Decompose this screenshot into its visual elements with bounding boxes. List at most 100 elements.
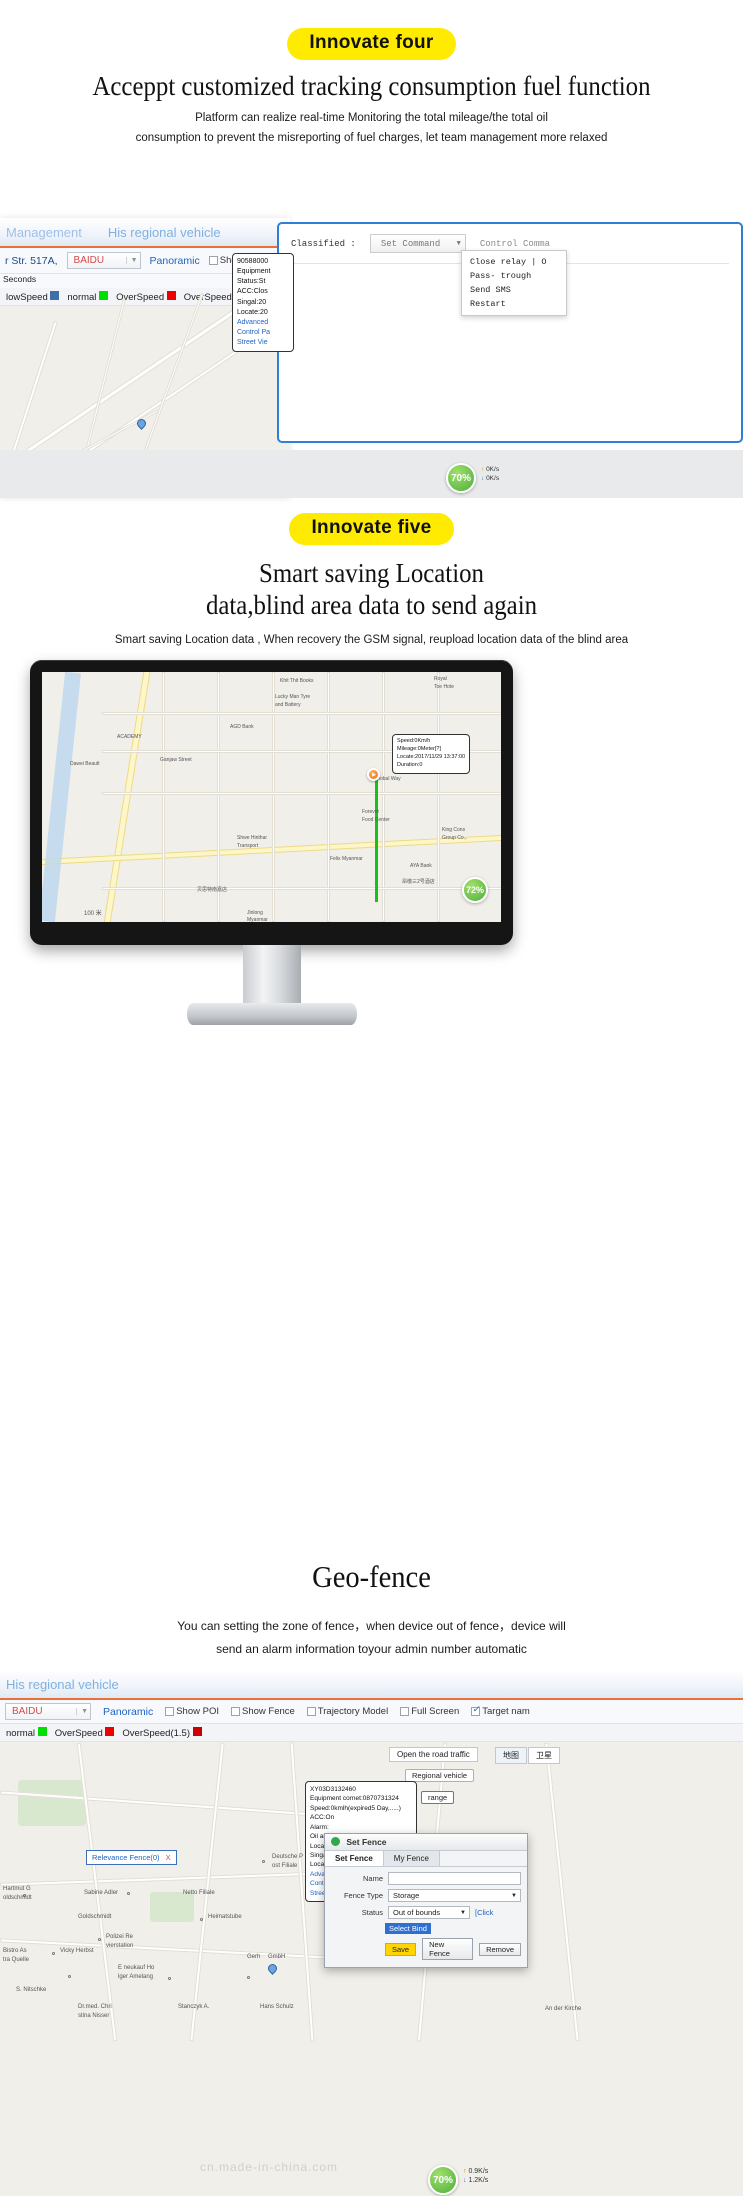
zoom-badge-3[interactable]: 70% <box>428 2165 458 2195</box>
remove-button[interactable]: Remove <box>479 1942 521 1956</box>
legend-label: normal <box>67 291 97 303</box>
map-source-value: BAIDU <box>12 1706 43 1717</box>
close-icon[interactable]: X <box>166 1853 171 1862</box>
range-pill[interactable]: range <box>421 1791 455 1804</box>
map-poi: Transport <box>237 843 259 849</box>
new-fence-button[interactable]: New Fence <box>422 1938 474 1960</box>
set-command-select[interactable]: Set Command ▼ <box>369 234 466 253</box>
chevron-down-icon: ▼ <box>456 239 461 248</box>
map-poi-dot <box>68 1975 71 1978</box>
target-name-label: Target nam <box>482 1706 530 1717</box>
open-road-traffic-button[interactable]: Open the road traffic <box>389 1747 478 1762</box>
select-bind-text[interactable]: Select Bind <box>385 1923 431 1934</box>
tab-his-regional-vehicle-3[interactable]: His regional vehicle <box>6 1677 119 1692</box>
map-poi: lger Amelang <box>118 1974 154 1980</box>
map-poi: Deutsche P <box>272 1854 304 1860</box>
download-speed: 1.2K/s <box>468 2177 489 2185</box>
tab-my-fence[interactable]: My Fence <box>383 1851 440 1866</box>
subtitle-geofence-line1: You can setting the zone of fence，when d… <box>177 1618 566 1633</box>
map-view-button[interactable]: 地图 <box>495 1747 527 1764</box>
vehicle-marker[interactable] <box>367 768 380 781</box>
map-poi: Khit Thit Books <box>280 678 314 684</box>
map-poi: Food Center <box>362 817 390 823</box>
vehicle-info-callout-2: Speed:0Km/h Mileage:0Meter[?] Locate:201… <box>392 734 471 774</box>
map-poi-dot <box>98 1938 101 1941</box>
zoom-badge-2[interactable]: 72% <box>462 877 488 903</box>
regional-vehicle-pill[interactable]: Regional vehicle <box>405 1769 475 1782</box>
callout-link-advanced[interactable]: Advanced <box>237 318 289 328</box>
headline-four: Acceppt customized tracking consumption … <box>92 71 651 101</box>
map-poi-dot <box>127 1892 130 1895</box>
menu-item-restart[interactable]: Restart <box>462 297 566 311</box>
speed-legend-3: normal OverSpeed OverSpeed(1.5) <box>0 1724 743 1742</box>
callout-line: Locate:2017/11/29 13:37:00 <box>397 753 466 760</box>
status-select[interactable]: Out of bounds ▼ <box>388 1906 470 1919</box>
dialog-title-text: Set Fence <box>346 1837 387 1847</box>
network-speed-3: ↑ 0.9K/s ↓ 1.2K/s <box>463 2168 489 2185</box>
map-poi: AYA Bank <box>410 863 432 869</box>
field-label-name: Name <box>362 1874 383 1883</box>
callout-line: ACC:On <box>310 1814 335 1822</box>
callout-link-street-view[interactable]: Street Vie <box>237 338 289 348</box>
map-location-pin-3[interactable] <box>266 1962 279 1975</box>
map-poi: stina Nisser <box>78 2013 110 2019</box>
map-poi: Myanmar <box>247 917 268 922</box>
callout-line: Locate:20 <box>237 308 268 316</box>
trajectory-model-label: Trajectory Model <box>317 1706 389 1717</box>
show-poi-label: Show POI <box>176 1706 219 1717</box>
upload-speed: 0K/s <box>486 466 500 473</box>
tab-his-regional-vehicle[interactable]: His regional vehicle <box>108 225 221 240</box>
callout-line: Equipment cornet:0870731324 <box>310 1795 399 1803</box>
download-speed: 0K/s <box>486 474 500 482</box>
control-command-dropdown[interactable]: Close relay | O Pass- trough Send SMS Re… <box>461 250 567 316</box>
select-bind-row: Select Bind <box>331 1923 521 1934</box>
section-innovate-five: Innovate five Smart saving Location data… <box>0 505 743 1505</box>
menu-item-close-relay[interactable]: Close relay | O <box>462 255 566 269</box>
zoom-badge-1[interactable]: 70% <box>446 463 476 493</box>
callout-line: Alarm: <box>310 1823 329 1831</box>
map-source-select[interactable]: BAIDU ▼ <box>66 252 141 269</box>
trajectory-model-checkbox[interactable]: Trajectory Model <box>306 1706 389 1717</box>
map-source-select-3[interactable]: BAIDU ▼ <box>5 1703 91 1720</box>
callout-line: Speed:0Km/h <box>397 738 431 744</box>
legend-label: lowSpeed <box>6 291 48 303</box>
tab-management[interactable]: Management <box>6 225 82 240</box>
map-road <box>102 712 501 715</box>
tab-set-fence[interactable]: Set Fence <box>325 1851 384 1866</box>
callout-line: Mileage:0Meter[?] <box>397 745 442 752</box>
map-poi: S. Nitschke <box>16 1987 47 1993</box>
relevance-fence-button[interactable]: Relevance Fence(0) X <box>86 1850 177 1865</box>
map-road-major <box>99 672 152 922</box>
fence-name-input[interactable] <box>388 1872 521 1885</box>
target-name-checkbox[interactable]: Target nam <box>471 1704 530 1717</box>
map-poi: Lucky Man Tyre <box>275 694 311 700</box>
map-park <box>18 1780 86 1826</box>
map-poi: vierstation <box>106 1943 134 1949</box>
callout-link-control-panel[interactable]: Control Pa <box>237 328 289 338</box>
map-road <box>0 1871 330 1887</box>
legend-item: lowSpeed <box>6 290 60 303</box>
map-road <box>437 672 440 922</box>
full-screen-checkbox[interactable]: Full Screen <box>400 1706 459 1717</box>
fence-type-select[interactable]: Storage ▼ <box>388 1889 521 1902</box>
map-poi: Gerh <box>247 1954 261 1960</box>
map-poi: Polizei Re <box>106 1934 134 1940</box>
menu-item-send-sms[interactable]: Send SMS <box>462 283 566 297</box>
section-geofence: Geo-fence You can setting the zone of fe… <box>0 1505 743 2196</box>
map-poi: GmbH <box>268 1954 286 1960</box>
panoramic-link-3[interactable]: Panoramic <box>103 1706 153 1718</box>
map-road <box>102 887 501 890</box>
menu-item-pass-trough[interactable]: Pass- trough <box>462 269 566 283</box>
satellite-view-button[interactable]: 卫星 <box>528 1747 560 1764</box>
map-poi: Dawei Beault <box>70 761 100 767</box>
show-poi-checkbox-3[interactable]: Show POI <box>165 1706 219 1717</box>
save-button[interactable]: Save <box>385 1942 417 1956</box>
show-fence-checkbox-3[interactable]: Show Fence <box>230 1706 295 1717</box>
checkbox-checked-icon <box>471 1704 481 1716</box>
panoramic-link[interactable]: Panoramic <box>150 255 200 267</box>
seconds-label: Seconds <box>3 274 37 284</box>
badge-innovate-four: Innovate four <box>287 28 456 60</box>
classified-label: Classified : <box>291 238 356 249</box>
map-road <box>272 672 275 922</box>
chevron-down-icon: ▼ <box>76 1708 88 1715</box>
